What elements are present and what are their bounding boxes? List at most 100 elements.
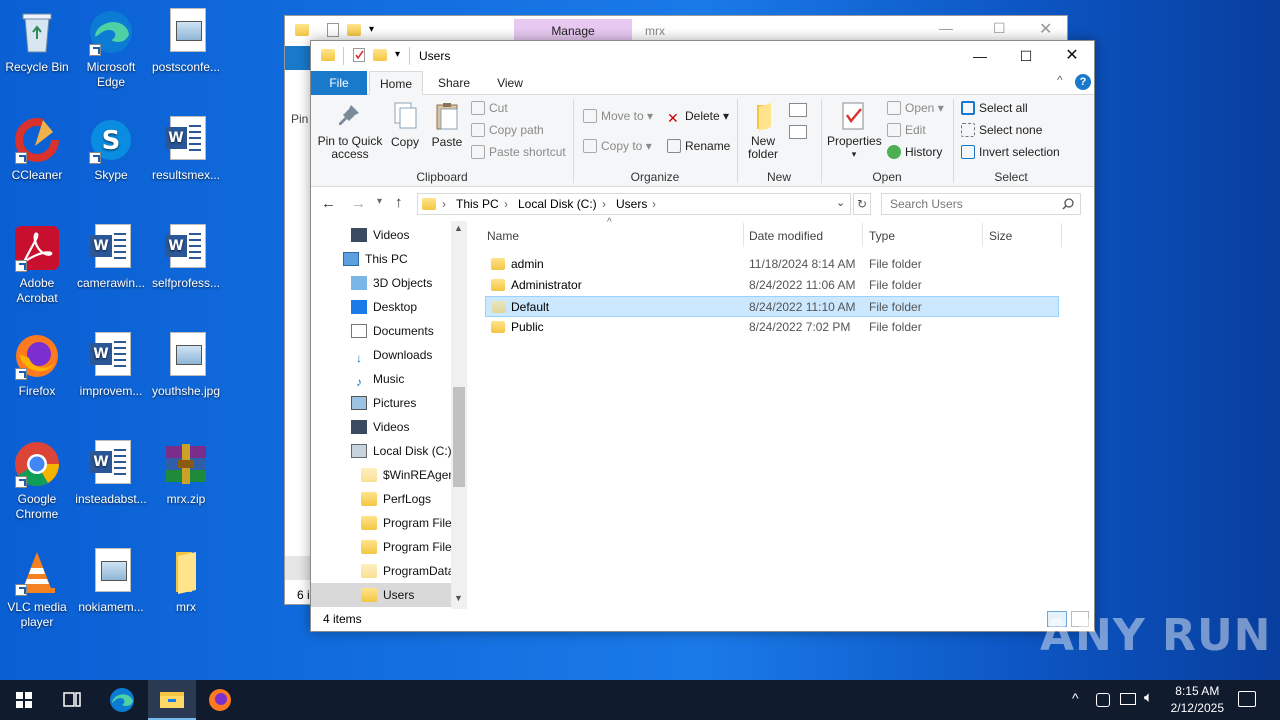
nav-item-desktop[interactable]: Desktop [351,295,417,319]
close-button[interactable]: ✕ [1049,41,1095,71]
manage-contextual-tab[interactable]: Manage [514,19,632,41]
desktop-icon-selfprofess[interactable]: W selfprofess... [149,224,223,291]
close-icon[interactable]: ✕ [1039,19,1052,39]
breadcrumb-users[interactable]: Users [616,197,647,211]
easy-access-icon[interactable] [789,125,807,139]
nav-item-this-pc[interactable]: This PC [343,247,408,271]
copy-to-button[interactable]: Copy to ▾ [583,139,652,153]
file-row-public[interactable]: Public 8/24/2022 7:02 PM File folder [485,317,1059,338]
nav-item-users[interactable]: Users [311,583,451,607]
up-arrow-icon[interactable]: ↑ [395,194,403,211]
nav-scrollbar[interactable]: ▲ ▼ [451,221,467,609]
desktop-icon-mrx-zip[interactable]: mrx.zip [149,440,223,507]
taskbar-file-explorer[interactable] [148,680,196,720]
file-row-default[interactable]: Default 8/24/2022 11:10 AM File folder [485,296,1059,317]
explorer-window[interactable]: ▾ Users — ☐ ✕ File Home Share View ^ ? P… [310,40,1095,632]
column-header-size[interactable]: Size [989,229,1012,243]
delete-button[interactable]: ✕ Delete ▾ [667,109,729,125]
task-view-button[interactable] [48,680,96,720]
desktop-icon-skype[interactable]: S Skype [74,116,148,183]
tab-view[interactable]: View [483,71,537,95]
desktop-icon-nokiamem[interactable]: nokiamem... [74,548,148,615]
history-button[interactable]: History [887,145,942,159]
minimize-button[interactable]: — [957,41,1003,71]
nav-item-perflogs[interactable]: PerfLogs [361,487,431,511]
copy-path-button[interactable]: Copy path [471,123,544,137]
cut-button[interactable]: Cut [471,101,508,115]
tab-home[interactable]: Home [369,71,423,95]
desktop-icon-ccleaner[interactable]: CCleaner [0,116,74,183]
desktop-icon-camerawin[interactable]: W camerawin... [74,224,148,291]
collapse-ribbon-icon[interactable]: ^ [1057,73,1063,87]
properties-button[interactable]: Properties ▾ [827,135,882,161]
maximize-button[interactable]: ☐ [1003,41,1049,71]
system-clock[interactable]: 8:15 AM 2/12/2025 [1171,683,1224,717]
edit-button[interactable]: Edit [887,123,926,137]
search-box[interactable]: Search Users [881,193,1081,215]
bg-file-tab[interactable] [285,46,311,70]
back-arrow-icon[interactable]: ← [321,195,336,212]
desktop-icon-vlc[interactable]: VLC media player [0,548,74,630]
scroll-up-arrow-icon[interactable]: ▲ [454,223,463,233]
column-header-date-modified[interactable]: Date modified [749,229,823,243]
pin-to-quick-access-button[interactable]: Pin to Quick access [317,135,383,161]
nav-item-videos[interactable]: Videos [351,415,409,439]
nav-item-local-disk[interactable]: Local Disk (C:) [351,439,452,463]
nav-item-programdata[interactable]: ProgramData [361,559,454,583]
move-to-button[interactable]: Move to ▾ [583,109,653,123]
help-icon[interactable]: ? [1075,74,1091,90]
chevron-down-icon[interactable]: ▾ [369,24,374,35]
new-item-icon[interactable] [789,103,807,117]
recent-locations-chevron-icon[interactable]: ▾ [377,196,382,207]
paste-button[interactable]: Paste [431,135,463,149]
scroll-thumb[interactable] [453,387,465,487]
taskbar-firefox[interactable] [196,680,244,720]
network-icon[interactable] [1120,693,1136,705]
address-bar[interactable]: › This PC › Local Disk (C:) › Users › ⌄ [417,193,851,215]
nav-item-winreagent[interactable]: $WinREAgent [361,463,458,487]
column-header-name[interactable]: Name [487,229,519,243]
address-dropdown-chevron-icon[interactable]: ⌄ [836,196,845,209]
refresh-icon[interactable]: ↻ [853,193,871,215]
desktop-icon-improvem[interactable]: W improvem... [74,332,148,399]
tray-app-icon[interactable] [1096,693,1110,707]
properties-qat-icon[interactable] [353,48,365,62]
nav-item-downloads[interactable]: ↓ Downloads [351,343,432,367]
nav-item-program-files[interactable]: Program Files [361,511,458,535]
breadcrumb-local-disk[interactable]: Local Disk (C:) [518,197,597,211]
minimize-icon[interactable]: — [939,20,953,36]
select-all-button[interactable]: Select all [961,101,1028,115]
nav-item-music[interactable]: ♪ Music [351,367,404,391]
desktop-icon-adobe-acrobat[interactable]: Adobe Acrobat [0,224,74,306]
desktop-icon-firefox[interactable]: Firefox [0,332,74,399]
start-button[interactable] [0,680,48,720]
desktop-icon-recycle-bin[interactable]: Recycle Bin [0,8,74,75]
nav-item-program-files-x86[interactable]: Program Files [361,535,458,559]
scroll-down-arrow-icon[interactable]: ▼ [454,593,463,603]
rename-button[interactable]: Rename [667,139,730,153]
taskbar-edge[interactable] [98,680,146,720]
open-button[interactable]: Open ▾ [887,101,944,115]
nav-item-3d-objects[interactable]: 3D Objects [351,271,432,295]
nav-item-pictures[interactable]: Pictures [351,391,416,415]
volume-icon[interactable]: 🔈︎ [1144,689,1153,706]
desktop-icon-insteadabst[interactable]: W insteadabst... [74,440,148,507]
nav-item-documents[interactable]: Documents [351,319,434,343]
search-input[interactable]: Search Users [890,197,963,211]
maximize-icon[interactable]: ☐ [993,20,1006,37]
invert-selection-button[interactable]: Invert selection [961,145,1060,159]
chevron-up-icon[interactable]: ^ [1072,690,1079,706]
tab-file[interactable]: File [311,71,367,95]
desktop-icon-postsconfe[interactable]: postsconfe... [149,8,223,75]
desktop-icon-resultsmex[interactable]: W resultsmex... [149,116,223,183]
desktop-icon-microsoft-edge[interactable]: Microsoft Edge [74,8,148,90]
notifications-icon[interactable] [1238,691,1256,707]
desktop-icon-google-chrome[interactable]: Google Chrome [0,440,74,522]
desktop-icon-youthshe[interactable]: youthshe.jpg [149,332,223,399]
paste-shortcut-button[interactable]: Paste shortcut [471,145,566,159]
copy-button[interactable]: Copy [391,135,419,149]
breadcrumb-this-pc[interactable]: This PC [456,197,499,211]
desktop-icon-mrx-folder[interactable]: mrx [149,548,223,615]
file-row-administrator[interactable]: Administrator 8/24/2022 11:06 AM File fo… [485,275,1059,296]
new-folder-qat-icon[interactable] [373,49,387,61]
